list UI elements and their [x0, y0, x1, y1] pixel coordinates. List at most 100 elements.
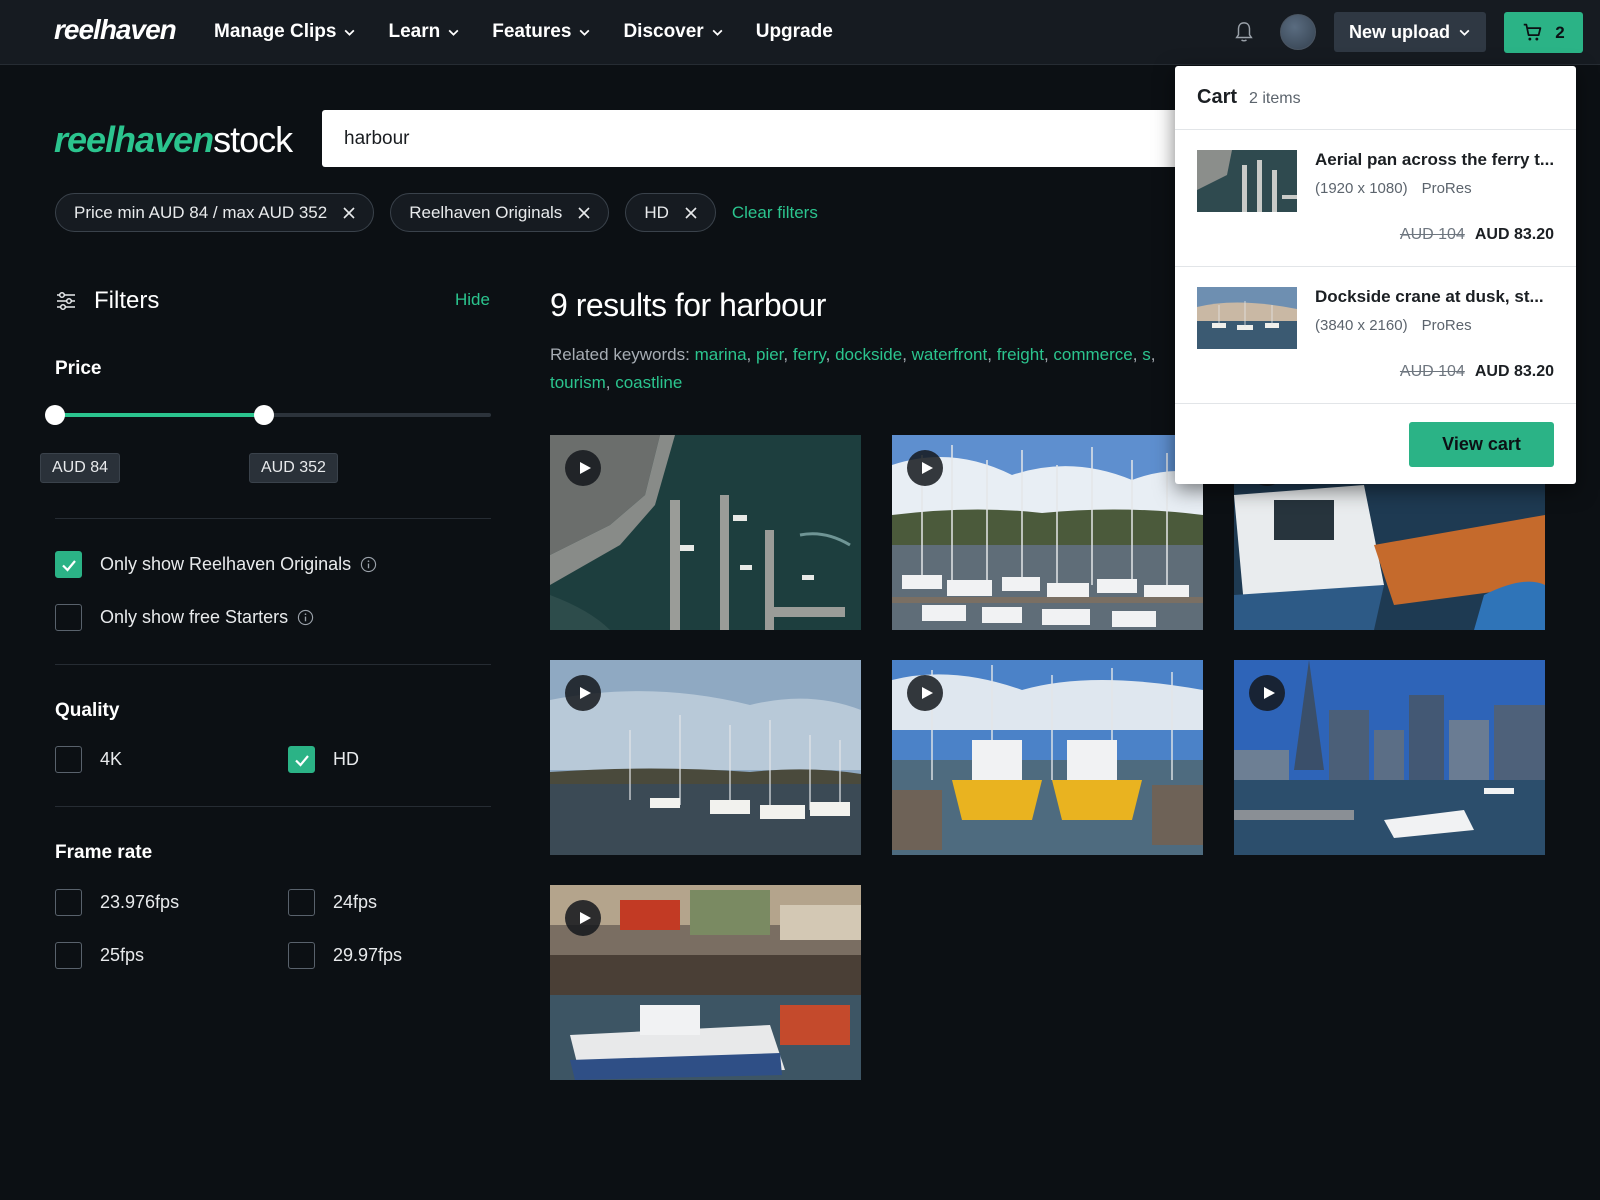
checkmark-icon [61, 559, 76, 572]
fps-25-label: 25fps [100, 945, 145, 965]
cart-item-title[interactable]: Dockside crane at dusk, st... [1315, 287, 1555, 307]
free-starters-checkbox[interactable] [55, 604, 82, 631]
cart-item-resolution: (3840 x 2160) [1315, 317, 1408, 334]
play-button[interactable] [907, 450, 943, 486]
checkmark-icon [294, 754, 309, 767]
quality-hd-checkbox[interactable] [288, 746, 315, 773]
clip-tile-marina-masts[interactable] [892, 435, 1203, 630]
nav-upgrade[interactable]: Upgrade [756, 21, 833, 43]
chevron-down-icon [1459, 29, 1470, 36]
stock-logo[interactable]: reelhavenstock [54, 119, 293, 161]
chevron-down-icon [579, 29, 590, 36]
cart-dropdown: Cart 2 items Aerial pan across the ferry… [1175, 66, 1576, 484]
cart-item-thumbnail [1197, 150, 1297, 212]
quality-section-title: Quality [55, 700, 120, 721]
view-cart-button[interactable]: View cart [1409, 422, 1554, 467]
fps-25-checkbox[interactable] [55, 942, 82, 969]
price-min-handle[interactable] [45, 405, 65, 425]
keyword-separator: , [783, 345, 793, 364]
play-button[interactable] [1249, 675, 1285, 711]
nav-manage-clips[interactable]: Manage Clips [214, 21, 356, 43]
cart-item-format: ProRes [1421, 180, 1472, 197]
play-icon [579, 462, 591, 474]
keyword-separator: , [825, 345, 836, 364]
clip-tile-fishing-quay[interactable] [550, 885, 861, 1080]
nav-learn[interactable]: Learn [388, 21, 460, 43]
play-button[interactable] [565, 675, 601, 711]
related-keyword-link[interactable]: s [1142, 345, 1151, 364]
price-max-label: AUD 352 [249, 453, 338, 483]
nav-links: Manage Clips Learn Features Discover Upg… [214, 0, 865, 64]
cart-item[interactable]: Aerial pan across the ferry t... (1920 x… [1175, 130, 1576, 267]
divider [55, 806, 491, 807]
related-keyword-link[interactable]: waterfront [912, 345, 988, 364]
related-keyword-link[interactable]: coastline [615, 373, 682, 392]
play-button[interactable] [907, 675, 943, 711]
fps-23976-checkbox[interactable] [55, 889, 82, 916]
nav-features[interactable]: Features [492, 21, 591, 43]
stock-logo-suffix: stock [213, 119, 293, 160]
cart-header: Cart 2 items [1175, 66, 1576, 130]
fps-2997-checkbox[interactable] [288, 942, 315, 969]
originals-label: Only show Reelhaven Originals [100, 554, 352, 574]
price-slider-range [55, 413, 265, 417]
play-button[interactable] [565, 900, 601, 936]
clear-filters-link[interactable]: Clear filters [732, 203, 818, 223]
clip-tile-aerial-pier[interactable] [550, 435, 861, 630]
free-starters-label: Only show free Starters [100, 607, 289, 627]
site-logo[interactable]: reelhaven [54, 14, 177, 46]
filter-chip-label: Reelhaven Originals [409, 202, 563, 222]
cart-item-meta: (1920 x 1080) ProRes [1315, 180, 1472, 197]
fps-24-checkbox[interactable] [288, 889, 315, 916]
cart-item[interactable]: Dockside crane at dusk, st... (3840 x 21… [1175, 267, 1576, 404]
fps-25-option[interactable]: 25fps [55, 942, 144, 969]
quality-4k-checkbox[interactable] [55, 746, 82, 773]
nav-discover[interactable]: Discover [623, 21, 723, 43]
free-starters-option[interactable]: Only show free Starters [55, 604, 314, 631]
cart-item-title[interactable]: Aerial pan across the ferry t... [1315, 150, 1555, 170]
originals-option[interactable]: Only show Reelhaven Originals [55, 551, 377, 578]
related-keyword-link[interactable]: ferry [793, 345, 826, 364]
related-keyword-link[interactable]: pier [756, 345, 783, 364]
price-min-label: AUD 84 [40, 453, 121, 483]
cart-button[interactable]: 2 [1504, 12, 1583, 53]
price-max-handle[interactable] [254, 405, 275, 425]
cart-item-price: AUD 104 AUD 83.20 [1400, 363, 1554, 381]
quality-4k-option[interactable]: 4K [55, 746, 122, 773]
related-keyword-link[interactable]: commerce [1053, 345, 1132, 364]
keyword-separator: , [746, 345, 756, 364]
play-button[interactable] [565, 450, 601, 486]
related-keyword-link[interactable]: dockside [835, 345, 902, 364]
nav-discover-label: Discover [623, 21, 704, 42]
hide-filters-link[interactable]: Hide [455, 290, 490, 310]
info-icon[interactable] [360, 556, 377, 573]
avatar[interactable] [1280, 14, 1316, 50]
filter-chip-price: Price min AUD 84 / max AUD 352 [55, 193, 375, 232]
fps-23976-option[interactable]: 23.976fps [55, 889, 179, 916]
fps-24-option[interactable]: 24fps [288, 889, 377, 916]
filter-chip-label: Price min AUD 84 / max AUD 352 [74, 202, 328, 222]
results-title: 9 results for harbour [550, 287, 826, 323]
quality-hd-option[interactable]: HD [288, 746, 359, 773]
clip-tile-yellow-boats[interactable] [892, 660, 1203, 855]
price-slider[interactable] [45, 405, 491, 425]
keyword-separator: , [605, 373, 616, 392]
originals-checkbox[interactable] [55, 551, 82, 578]
close-icon[interactable] [685, 206, 697, 219]
cart-item-new-price: AUD 83.20 [1474, 363, 1554, 380]
close-icon[interactable] [343, 206, 355, 219]
quality-4k-label: 4K [100, 749, 123, 769]
info-icon[interactable] [297, 609, 314, 626]
related-keyword-link[interactable]: freight [997, 345, 1044, 364]
related-keyword-link[interactable]: marina [695, 345, 747, 364]
fps-2997-option[interactable]: 29.97fps [288, 942, 402, 969]
keyword-separator: , [902, 345, 912, 364]
close-icon[interactable] [578, 206, 590, 219]
nav-features-label: Features [492, 21, 572, 42]
new-upload-button[interactable]: New upload [1334, 12, 1486, 52]
clip-tile-city-waterfront[interactable] [1234, 660, 1545, 855]
bell-icon[interactable] [1233, 20, 1255, 44]
related-keyword-link[interactable]: tourism [550, 373, 606, 392]
cart-item-meta: (3840 x 2160) ProRes [1315, 317, 1472, 334]
clip-tile-dusk-bay[interactable] [550, 660, 861, 855]
